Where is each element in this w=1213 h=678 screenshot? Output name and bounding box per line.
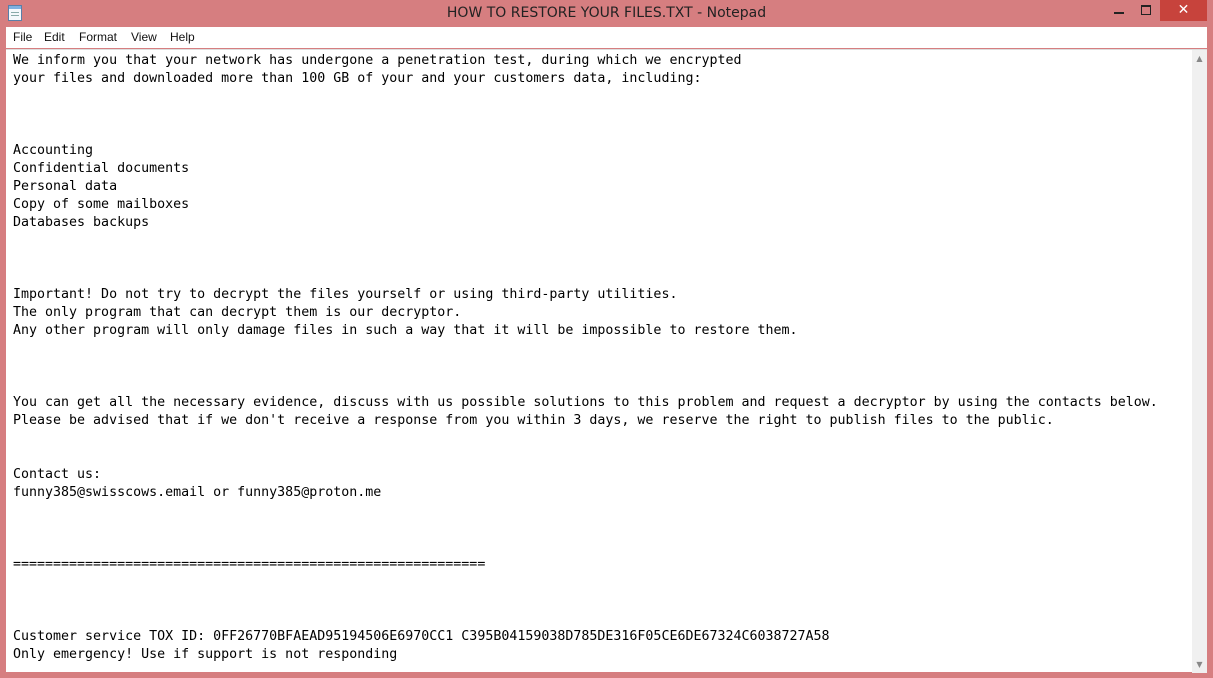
menu-file[interactable]: File xyxy=(13,30,32,44)
text-editor-area[interactable]: We inform you that your network has unde… xyxy=(6,49,1207,673)
menu-edit[interactable]: Edit xyxy=(44,30,65,44)
menu-format[interactable]: Format xyxy=(79,30,117,44)
text-line: Please be advised that if we don't recei… xyxy=(13,413,1054,428)
vertical-scrollbar[interactable]: ▲ ▼ xyxy=(1192,50,1207,673)
text-line: Copy of some mailboxes xyxy=(13,197,190,212)
maximize-button[interactable] xyxy=(1133,0,1160,21)
text-line: Any other program will only damage files… xyxy=(13,323,798,338)
window-title: HOW TO RESTORE YOUR FILES.TXT - Notepad xyxy=(446,5,767,21)
text-line: ========================================… xyxy=(13,557,486,572)
text-line: We inform you that your network has unde… xyxy=(13,53,742,68)
text-line: funny385@swisscows.email or funny385@pro… xyxy=(13,485,382,500)
scroll-up-icon[interactable]: ▲ xyxy=(1192,50,1207,67)
text-line: Contact us: xyxy=(13,467,102,482)
text-line: Customer service TOX ID: 0FF26770BFAEAD9… xyxy=(13,629,830,644)
title-bar[interactable]: HOW TO RESTORE YOUR FILES.TXT - Notepad … xyxy=(0,0,1213,27)
text-line: Accounting xyxy=(13,143,94,158)
scroll-down-icon[interactable]: ▼ xyxy=(1192,656,1207,673)
document-text[interactable]: We inform you that your network has unde… xyxy=(13,52,1158,664)
close-button[interactable]: ✕ xyxy=(1160,0,1207,21)
text-line: Personal data xyxy=(13,179,118,194)
menu-bar: File Edit Format View Help xyxy=(6,27,1207,48)
menu-view[interactable]: View xyxy=(131,30,157,44)
text-line: Only emergency! Use if support is not re… xyxy=(13,647,398,662)
text-line: You can get all the necessary evidence, … xyxy=(13,395,1158,410)
text-line: Important! Do not try to decrypt the fil… xyxy=(13,287,678,302)
text-line: The only program that can decrypt them i… xyxy=(13,305,462,320)
minimize-button[interactable] xyxy=(1105,0,1133,21)
menu-help[interactable]: Help xyxy=(170,30,195,44)
text-line: Databases backups xyxy=(13,215,150,230)
close-icon: ✕ xyxy=(1177,2,1190,18)
text-line: your files and downloaded more than 100 … xyxy=(13,71,702,86)
text-line: Confidential documents xyxy=(13,161,190,176)
notepad-window: HOW TO RESTORE YOUR FILES.TXT - Notepad … xyxy=(0,0,1213,678)
